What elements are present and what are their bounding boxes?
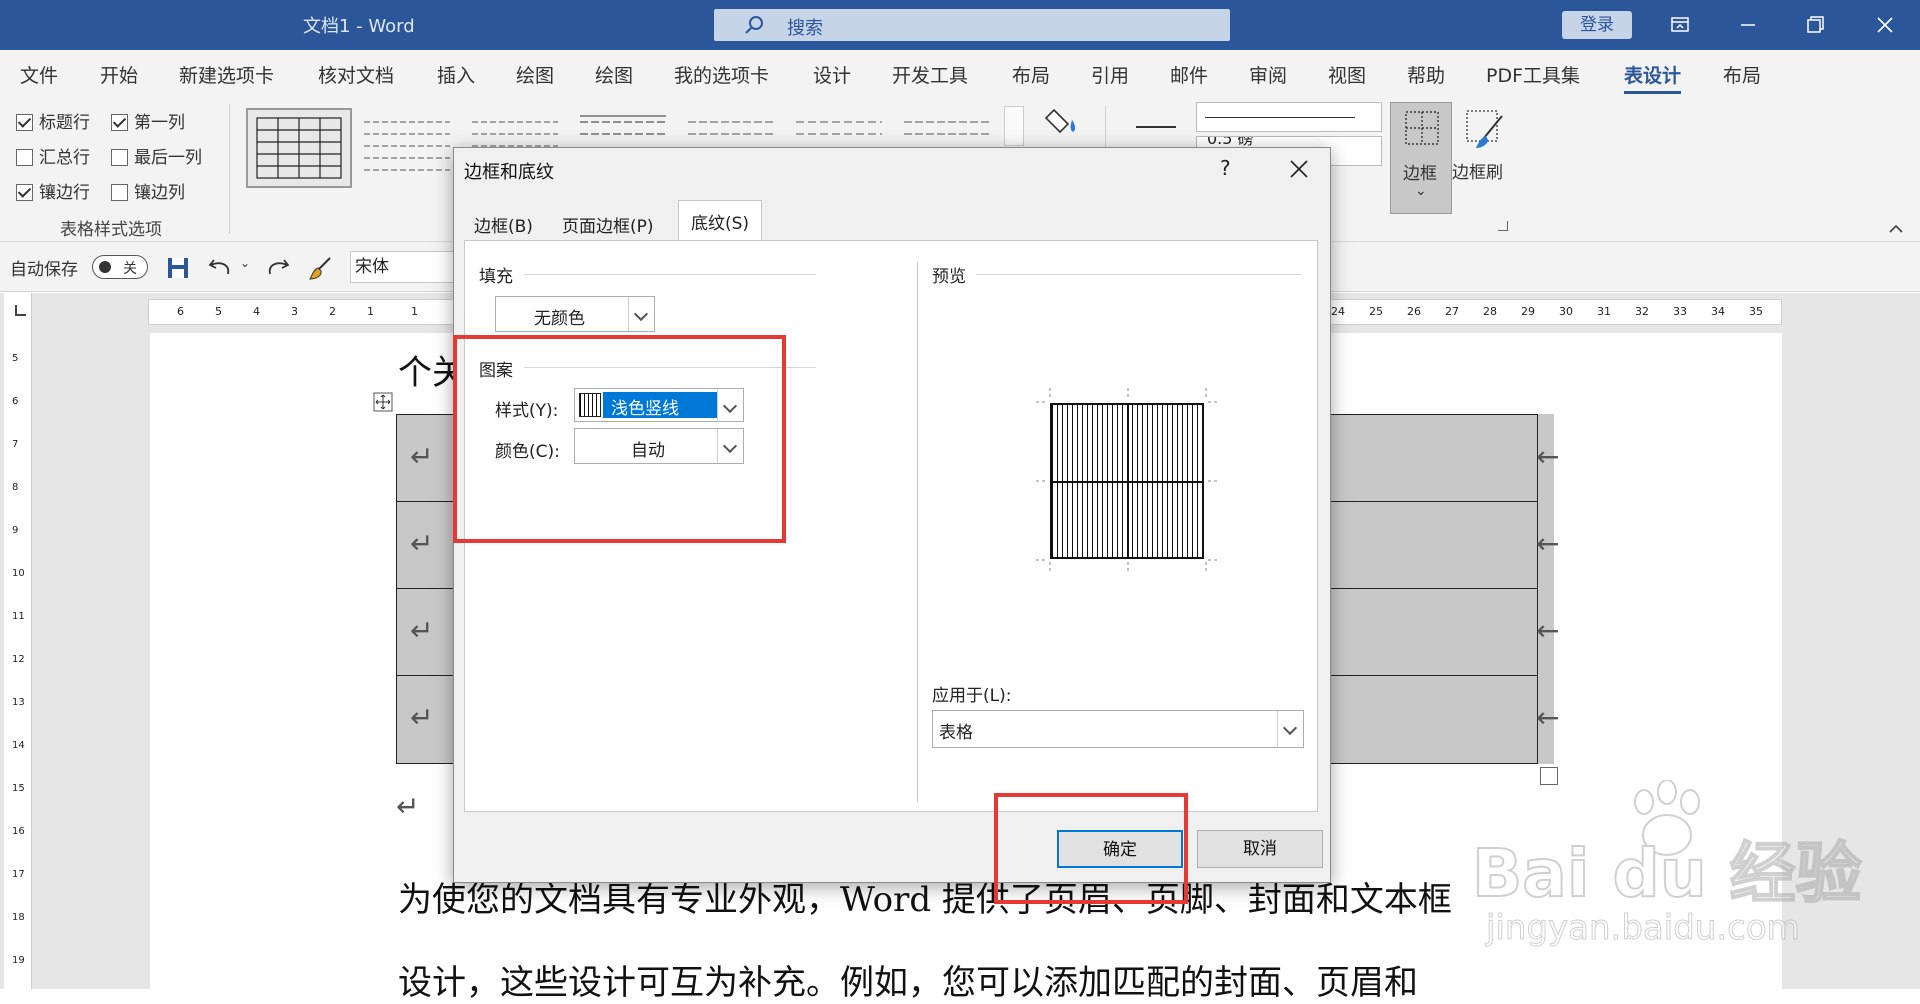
chevron-down-icon [628,297,654,331]
shading-preview [1050,403,1204,559]
vertical-ruler: 5 6 7 8 9 10 11 12 13 14 15 16 17 18 19 [4,293,32,989]
checkbox-banded-columns[interactable]: 镶边列 [111,178,185,203]
cell-end-mark: ↵ [410,440,434,473]
tab-table-design[interactable]: 表设计 [1624,61,1682,94]
dialog-close-icon[interactable] [1284,154,1314,184]
checkbox-banded-rows[interactable]: 镶边行 [16,178,90,203]
tab-view[interactable]: 视图 [1328,61,1366,88]
checkbox-total-row[interactable]: 汇总行 [16,143,90,168]
styles-scroll-up[interactable] [1004,106,1024,146]
tab-my[interactable]: 我的选项卡 [674,61,769,88]
document-title: 文档1 - Word [303,16,415,37]
search-placeholder: 搜索 [787,18,823,39]
pattern-highlight-box [453,335,786,543]
apply-to-label: 应用于(L): [932,686,1012,706]
restore-icon[interactable] [1795,8,1835,42]
tab-shading[interactable]: 底纹(S) [678,200,763,241]
cell-end-mark: ↵ [410,614,434,647]
minimize-icon[interactable] [1728,8,1768,42]
tab-developer[interactable]: 开发工具 [892,61,968,88]
tab-pdf[interactable]: PDF工具集 [1486,61,1580,88]
tab-home[interactable]: 开始 [100,61,138,88]
ribbon-tab-bar: 文件 开始 新建选项卡 核对文档 插入 绘图 绘图 我的选项卡 设计 开发工具 … [0,50,1920,140]
tab-draw-1[interactable]: 绘图 [516,61,554,88]
cancel-button[interactable]: 取消 [1197,830,1323,868]
cell-end-mark: ↵ [410,701,434,734]
tab-references[interactable]: 引用 [1091,61,1129,88]
chevron-down-icon [1277,711,1303,747]
fill-section-label: 填充 [479,267,513,287]
tab-help[interactable]: 帮助 [1407,61,1445,88]
dialog-column-divider [917,262,918,802]
undo-dropdown-icon[interactable]: ⌄ [240,256,250,270]
close-icon[interactable] [1865,8,1905,42]
tab-page-border[interactable]: 页面边框(P) [550,204,666,240]
search-box[interactable]: 搜索 [714,9,1230,41]
checkbox-first-column[interactable]: 第一列 [111,108,185,133]
tab-insert[interactable]: 插入 [437,61,475,88]
row-end-mark: ← [1536,527,1560,560]
title-bar: 文档1 - Word 搜索 登录 [0,0,1920,50]
border-painter-icon [1466,110,1503,148]
table-style-grid[interactable] [246,108,352,188]
tab-layout[interactable]: 布局 [1012,61,1050,88]
undo-icon[interactable] [208,256,234,280]
tab-table-layout[interactable]: 布局 [1723,61,1761,88]
autosave-toggle[interactable]: 关 [92,255,148,279]
table-move-handle-icon[interactable] [373,392,393,412]
row-end-mark: ← [1536,701,1560,734]
table-style-options-label: 表格样式选项 [60,220,162,240]
tab-proofread[interactable]: 核对文档 [318,61,394,88]
collapse-ribbon-icon[interactable] [1888,222,1904,234]
doc-paragraph-2: 设计，这些设计可互为补充。例如，您可以添加匹配的封面、页眉和 [398,963,1418,1003]
redo-icon[interactable] [264,256,290,280]
dialog-launcher-icon[interactable] [1498,221,1508,231]
preview-divider [976,274,1302,275]
table-style-2[interactable] [362,110,452,180]
preview-label: 预览 [932,267,966,287]
ribbon-display-icon[interactable] [1660,8,1700,42]
login-button[interactable]: 登录 [1562,11,1632,39]
format-painter-icon[interactable] [308,254,336,282]
watermark-url: jingyan.baidu.com [1486,908,1801,949]
paragraph-mark: ↵ [396,790,420,823]
tab-new[interactable]: 新建选项卡 [179,61,274,88]
line-style-combo[interactable] [1196,102,1382,132]
row-end-mark: ← [1536,440,1560,473]
baidu-watermark: Bai du 经验 jingyan.baidu.com [1471,780,1863,960]
shading-bucket-icon[interactable] [1040,102,1086,142]
font-name-box[interactable]: 宋体 [350,251,460,283]
search-icon [745,16,763,34]
tab-borders[interactable]: 边框(B) [462,204,545,240]
tab-selector-icon[interactable] [12,303,28,319]
fill-color-combo[interactable]: 无颜色 [495,296,655,332]
group-divider [229,104,230,234]
dialog-help-button[interactable]: ? [1220,156,1231,180]
border-style-sample[interactable] [1136,126,1176,128]
apply-to-combo[interactable]: 表格 [932,710,1304,748]
save-icon[interactable] [166,256,190,280]
checkbox-last-column[interactable]: 最后一列 [111,143,202,168]
borders-icon [1405,111,1439,145]
row-end-mark: ← [1536,614,1560,647]
tab-file[interactable]: 文件 [20,61,58,88]
autosave-label: 自动保存 [10,260,78,280]
watermark-brand: Bai du 经验 [1471,834,1863,913]
dialog-title: 边框和底纹 [464,162,554,183]
tab-mailings[interactable]: 邮件 [1170,61,1208,88]
tab-draw-2[interactable]: 绘图 [595,61,633,88]
tab-review[interactable]: 审阅 [1249,61,1287,88]
border-painter-button[interactable]: 边框刷 [1450,102,1518,214]
fill-divider [524,274,816,275]
cell-end-mark: ↵ [410,527,434,560]
tab-design[interactable]: 设计 [813,61,851,88]
ok-highlight-box [994,793,1188,904]
checkbox-header-row[interactable]: 标题行 [16,108,90,133]
borders-button[interactable]: 边框 ⌄ [1390,102,1452,214]
